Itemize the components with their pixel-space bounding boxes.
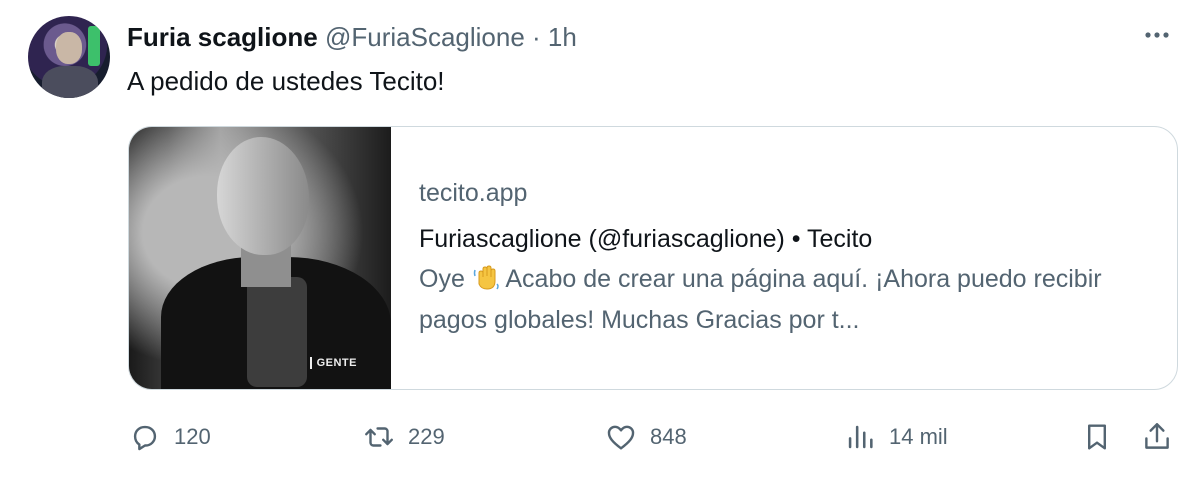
action-bar: 120 229 848 14 mil — [0, 410, 1200, 466]
link-card[interactable]: GENTE tecito.app Furiascaglione (@furias… — [128, 126, 1178, 390]
tweet-header: Furia scaglione @FuriaScaglione · 1h — [127, 20, 577, 54]
thumbnail-shirt — [247, 277, 307, 387]
thumbnail-logo: GENTE — [309, 357, 357, 369]
reply-button[interactable]: 120 — [128, 420, 211, 454]
separator-dot: · — [524, 22, 548, 52]
retweet-icon — [365, 427, 393, 447]
share-icon — [1145, 423, 1169, 449]
retweet-count: 229 — [408, 424, 445, 449]
avatar-body — [42, 66, 98, 98]
card-thumbnail: GENTE — [129, 127, 391, 389]
card-title: Furiascaglione (@furiascaglione) • Tecit… — [419, 225, 873, 253]
views-icon — [848, 425, 873, 449]
views-count: 14 mil — [889, 424, 948, 449]
tweet-text: A pedido de ustedes Tecito! — [127, 66, 445, 96]
bookmark-icon — [1088, 424, 1106, 450]
heart-icon — [607, 425, 635, 450]
tweet-time[interactable]: 1h — [548, 22, 577, 52]
author-handle[interactable]: @FuriaScaglione — [325, 22, 525, 52]
reply-icon — [133, 425, 157, 451]
card-desc-text: Acabo de crear una página aquí. ¡Ahora p… — [419, 265, 1102, 334]
avatar-bg-stripe — [88, 26, 100, 66]
waving-hand-icon — [473, 265, 499, 290]
card-body: tecito.app Furiascaglione (@furiascaglio… — [419, 177, 1157, 341]
views-button[interactable]: 14 mil — [843, 420, 948, 454]
card-desc-prefix: Oye — [419, 265, 472, 293]
avatar[interactable] — [28, 16, 110, 98]
more-icon[interactable] — [1142, 20, 1172, 57]
more-dots-svg — [1145, 32, 1169, 38]
like-button[interactable]: 848 — [604, 420, 687, 454]
card-description: Oye Acabo de crear una página aquí. ¡Aho… — [419, 259, 1159, 341]
card-domain: tecito.app — [419, 179, 528, 207]
like-count: 848 — [650, 424, 687, 449]
retweet-button[interactable]: 229 — [362, 420, 445, 454]
share-button[interactable] — [1140, 420, 1174, 454]
avatar-face — [56, 32, 82, 64]
thumbnail-head — [217, 137, 309, 255]
author-name[interactable]: Furia scaglione — [127, 22, 318, 52]
reply-count: 120 — [174, 424, 211, 449]
bookmark-button[interactable] — [1080, 420, 1114, 454]
